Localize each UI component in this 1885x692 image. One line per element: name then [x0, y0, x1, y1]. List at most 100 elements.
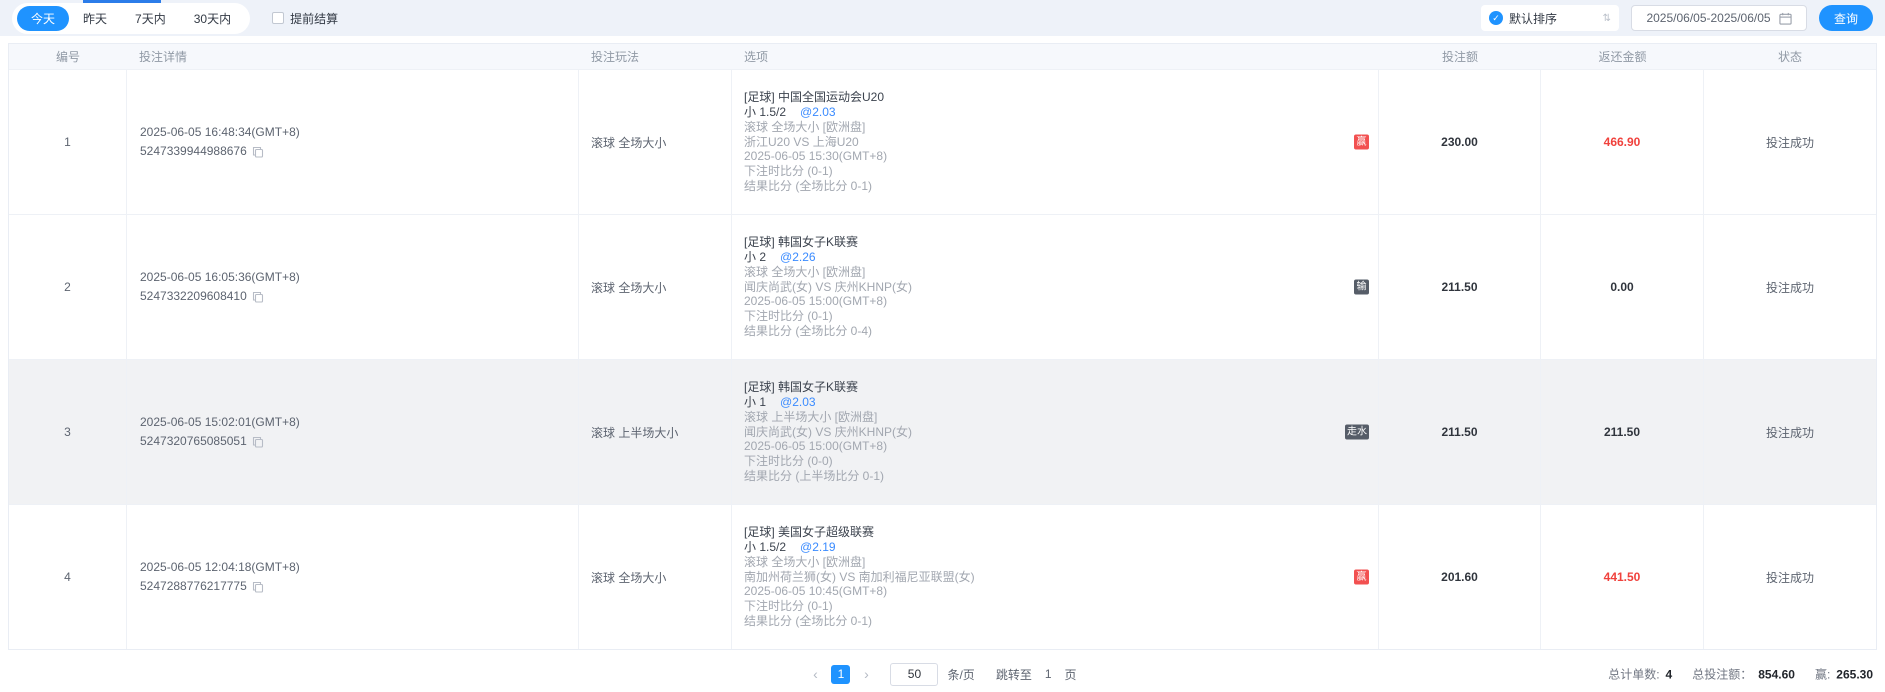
option-odds-link[interactable]: @2.03 — [780, 395, 816, 409]
pagination: ‹ 1 › 条/页 跳转至 1 页 — [808, 663, 1076, 686]
date-range-input[interactable]: 2025/06/05-2025/06/05 — [1631, 5, 1807, 31]
play-type-cell: 滚球 上半场大小 — [579, 360, 732, 504]
stake-amount: 230.00 — [1379, 70, 1541, 214]
option-cell: [足球] 美国女子超级联赛 小 1.5/2 @2.19 滚球 全场大小 [欧洲盘]… — [732, 505, 1379, 649]
option-odds-link[interactable]: @2.03 — [800, 105, 836, 119]
jump-to-label: 跳转至 — [996, 666, 1032, 683]
status-text: 投注成功 — [1704, 70, 1876, 214]
header-play-type: 投注玩法 — [579, 44, 732, 69]
option-match-time: 2025-06-05 15:00(GMT+8) — [744, 294, 1378, 309]
bet-id: 5247320765085051 — [140, 432, 247, 451]
bet-detail-cell: 2025-06-05 16:05:36(GMT+8) 5247332209608… — [127, 215, 579, 359]
status-text: 投注成功 — [1704, 360, 1876, 504]
table-row: 2 2025-06-05 16:05:36(GMT+8) 52473322096… — [9, 214, 1876, 359]
option-market: 滚球 全场大小 [欧洲盘] — [744, 555, 1378, 570]
option-league: [足球] 中国全国运动会U20 — [744, 90, 1378, 105]
option-bet-score: 下注时比分 (0-1) — [744, 599, 1378, 614]
page-unit-label: 页 — [1065, 666, 1077, 683]
search-button[interactable]: 查询 — [1819, 5, 1873, 31]
option-match-time: 2025-06-05 15:00(GMT+8) — [744, 439, 1378, 454]
option-bet-score: 下注时比分 (0-0) — [744, 454, 1378, 469]
option-match: 闻庆尚武(女) VS 庆州KHNP(女) — [744, 425, 1378, 440]
option-match-time: 2025-06-05 10:45(GMT+8) — [744, 584, 1378, 599]
option-result-score: 结果比分 (全场比分 0-4) — [744, 324, 1378, 339]
page-size-input[interactable] — [890, 663, 938, 686]
option-odds-link[interactable]: @2.19 — [800, 540, 836, 554]
bet-history-table: 编号 投注详情 投注玩法 选项 投注额 返还金额 状态 1 2025-06-05… — [8, 43, 1877, 650]
result-badge: 赢 — [1354, 135, 1369, 150]
next-page-button[interactable]: › — [859, 666, 873, 682]
option-bet-score: 下注时比分 (0-1) — [744, 309, 1378, 324]
check-circle-icon: ✓ — [1489, 11, 1503, 25]
total-count-value: 4 — [1666, 667, 1673, 681]
option-bet-score: 下注时比分 (0-1) — [744, 164, 1378, 179]
page-number-button[interactable]: 1 — [831, 665, 850, 684]
tab-today[interactable]: 今天 — [17, 6, 69, 31]
filter-toolbar: 今天 昨天 7天内 30天内 提前结算 ✓ 默认排序 ⇅ 2025/06/05-… — [0, 0, 1885, 36]
tab-30-days[interactable]: 30天内 — [180, 6, 245, 31]
prev-page-button[interactable]: ‹ — [808, 666, 822, 682]
option-pick: 小 1.5/2 — [744, 540, 786, 554]
total-win-label: 赢: — [1815, 666, 1830, 683]
return-amount: 441.50 — [1541, 505, 1704, 649]
total-stake-value: 854.60 — [1758, 667, 1795, 681]
option-pick: 小 1.5/2 — [744, 105, 786, 119]
result-badge: 赢 — [1354, 570, 1369, 585]
play-type-cell: 滚球 全场大小 — [579, 70, 732, 214]
return-amount: 466.90 — [1541, 70, 1704, 214]
total-count-label: 总计单数: — [1608, 666, 1659, 683]
footer-bar: ‹ 1 › 条/页 跳转至 1 页 总计单数: 4 总投注额： 854.60 赢… — [0, 656, 1885, 692]
row-number: 3 — [9, 360, 127, 504]
tab-7-days[interactable]: 7天内 — [121, 6, 180, 31]
header-status: 状态 — [1704, 44, 1876, 69]
option-result-score: 结果比分 (上半场比分 0-1) — [744, 469, 1378, 484]
total-stake-label: 总投注额： — [1692, 666, 1752, 683]
total-win-value: 265.30 — [1836, 667, 1873, 681]
bet-time: 2025-06-05 15:02:01(GMT+8) — [140, 413, 578, 432]
option-result-score: 结果比分 (全场比分 0-1) — [744, 614, 1378, 629]
bet-id: 5247332209608410 — [140, 287, 247, 306]
row-number: 1 — [9, 70, 127, 214]
bet-time: 2025-06-05 16:48:34(GMT+8) — [140, 123, 578, 142]
early-settle-checkbox-group[interactable]: 提前结算 — [272, 10, 338, 27]
stake-amount: 211.50 — [1379, 360, 1541, 504]
play-type-cell: 滚球 全场大小 — [579, 215, 732, 359]
header-bet-detail: 投注详情 — [127, 44, 579, 69]
option-league: [足球] 美国女子超级联赛 — [744, 525, 1378, 540]
table-row: 1 2025-06-05 16:48:34(GMT+8) 52473399449… — [9, 69, 1876, 214]
copy-icon[interactable] — [252, 436, 264, 448]
option-match: 闻庆尚武(女) VS 庆州KHNP(女) — [744, 280, 1378, 295]
jump-page-value[interactable]: 1 — [1045, 667, 1052, 681]
return-amount: 211.50 — [1541, 360, 1704, 504]
status-text: 投注成功 — [1704, 505, 1876, 649]
bet-detail-cell: 2025-06-05 15:02:01(GMT+8) 5247320765085… — [127, 360, 579, 504]
status-text: 投注成功 — [1704, 215, 1876, 359]
bet-time: 2025-06-05 12:04:18(GMT+8) — [140, 558, 578, 577]
option-market: 滚球 上半场大小 [欧洲盘] — [744, 410, 1378, 425]
table-header-row: 编号 投注详情 投注玩法 选项 投注额 返还金额 状态 — [9, 44, 1876, 69]
header-return: 返还金额 — [1541, 44, 1704, 69]
header-no: 编号 — [9, 44, 127, 69]
header-stake: 投注额 — [1379, 44, 1541, 69]
row-number: 2 — [9, 215, 127, 359]
per-page-label: 条/页 — [947, 666, 974, 683]
option-match: 浙江U20 VS 上海U20 — [744, 135, 1378, 150]
option-cell: [足球] 中国全国运动会U20 小 1.5/2@2.03 滚球 全场大小 [欧洲… — [732, 70, 1379, 214]
table-row: 4 2025-06-05 12:04:18(GMT+8) 52472887762… — [9, 504, 1876, 649]
option-league: [足球] 韩国女子K联赛 — [744, 235, 1378, 250]
option-match-time: 2025-06-05 15:30(GMT+8) — [744, 149, 1378, 164]
option-cell: [足球] 韩国女子K联赛 小 1@2.03 滚球 上半场大小 [欧洲盘] 闻庆尚… — [732, 360, 1379, 504]
tab-yesterday[interactable]: 昨天 — [69, 6, 121, 31]
sort-order-select[interactable]: ✓ 默认排序 ⇅ — [1481, 5, 1619, 31]
option-odds-link[interactable]: @2.26 — [780, 250, 816, 264]
option-league: [足球] 韩国女子K联赛 — [744, 380, 1378, 395]
option-result-score: 结果比分 (全场比分 0-1) — [744, 179, 1378, 194]
bet-time: 2025-06-05 16:05:36(GMT+8) — [140, 268, 578, 287]
toolbar-right-group: ✓ 默认排序 ⇅ 2025/06/05-2025/06/05 查询 — [1481, 5, 1873, 31]
early-settle-label: 提前结算 — [290, 10, 338, 27]
option-pick: 小 2 — [744, 250, 766, 264]
copy-icon[interactable] — [252, 291, 264, 303]
early-settle-checkbox[interactable] — [272, 12, 284, 24]
copy-icon[interactable] — [252, 146, 264, 158]
copy-icon[interactable] — [252, 581, 264, 593]
